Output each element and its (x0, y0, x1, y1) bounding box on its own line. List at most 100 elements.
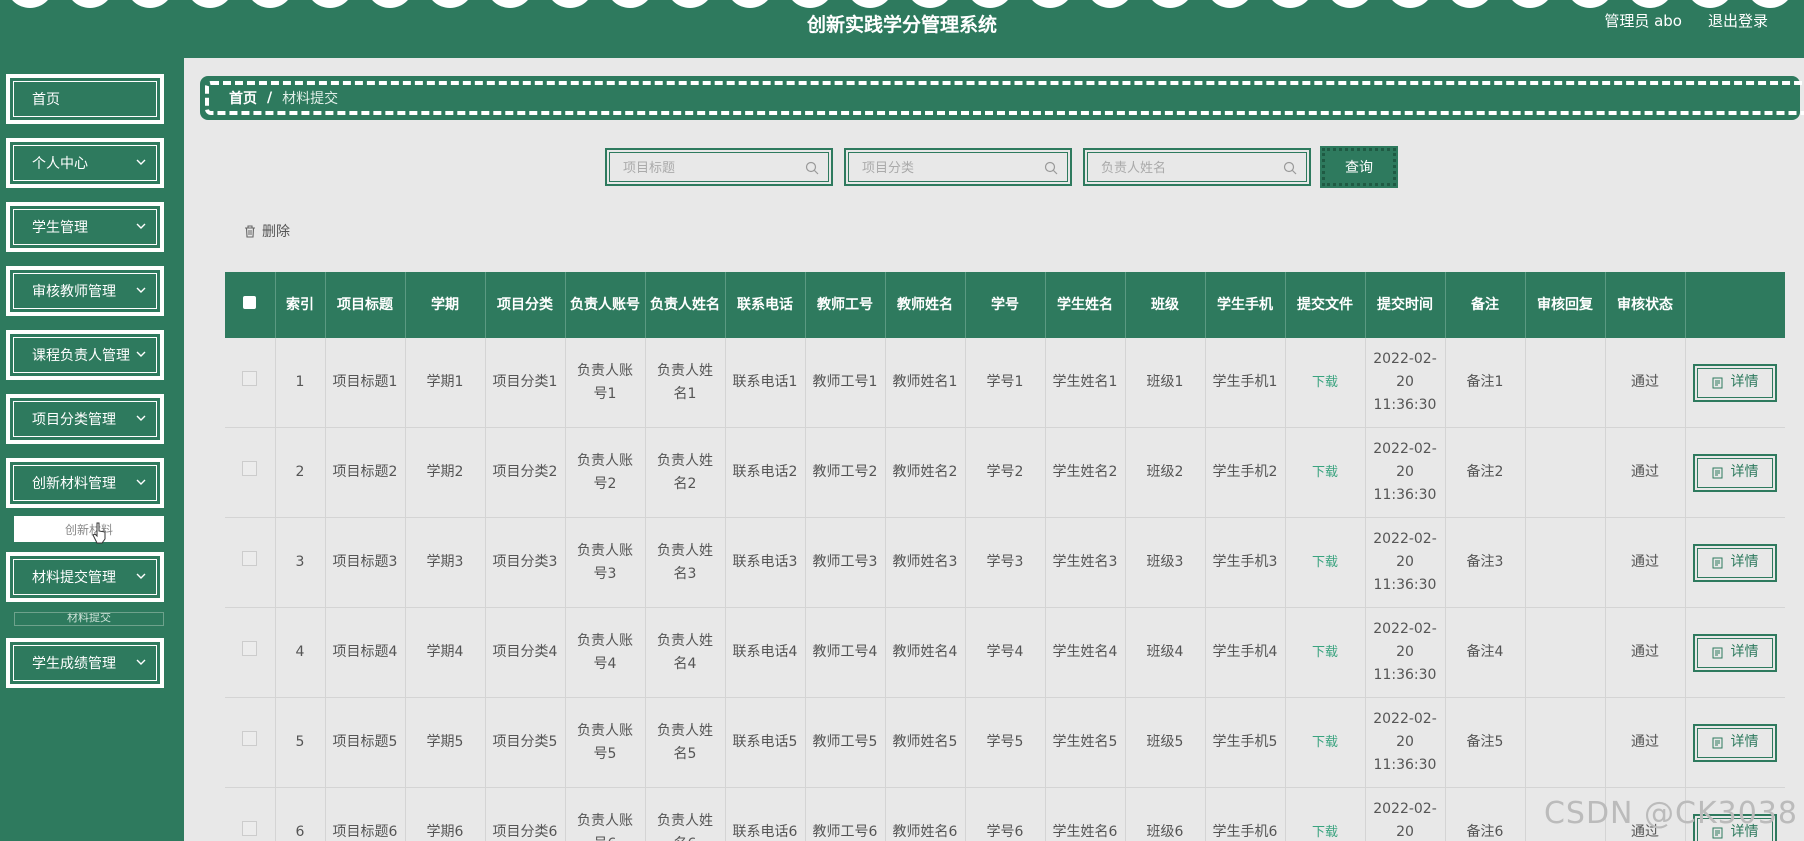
cell-sname: 学生姓名1 (1045, 338, 1126, 428)
row-select-cell[interactable] (225, 517, 276, 608)
sidebar-item-students[interactable]: 学生管理 (6, 202, 164, 252)
cell-acct: 负责人账号1 (565, 338, 646, 428)
select-all-header[interactable] (225, 272, 276, 338)
chevron-down-icon (136, 659, 146, 665)
scallop-decoration (12, 0, 1788, 8)
column-header: 学生手机 (1205, 272, 1286, 338)
chevron-down-icon (136, 159, 146, 165)
row-select-cell[interactable] (225, 697, 276, 788)
cell-reply (1525, 338, 1606, 428)
cell-cls: 班级1 (1125, 338, 1206, 428)
cell-cls: 班级5 (1125, 697, 1206, 788)
download-link[interactable]: 下载 (1312, 735, 1338, 750)
table-row: 2 项目标题2 学期2 项目分类2 负责人账号2 负责人姓名2 联系电话2 教师工号2 教师姓名… (225, 427, 1785, 518)
cell-phone: 联系电话5 (725, 697, 806, 788)
leader-name-search[interactable] (1083, 148, 1311, 186)
cell-name: 负责人姓名2 (645, 427, 726, 518)
sidebar-item-course-leaders[interactable]: 课程负责人管理 (6, 330, 164, 380)
detail-button[interactable]: 详情 (1693, 363, 1777, 402)
row-checkbox[interactable] (242, 641, 258, 656)
project-category-search[interactable] (844, 148, 1072, 186)
cell-cat: 项目分类6 (485, 787, 566, 841)
detail-button[interactable]: 详情 (1693, 723, 1777, 762)
cell-tno: 教师工号4 (805, 607, 886, 698)
cell-cat: 项目分类1 (485, 338, 566, 428)
row-select-cell[interactable] (225, 787, 276, 841)
sidebar-item-project-categories[interactable]: 项目分类管理 (6, 394, 164, 444)
cell-title: 项目标题2 (325, 427, 406, 518)
cell-reply (1525, 607, 1606, 698)
detail-label: 详情 (1730, 374, 1759, 390)
cell-idx: 1 (275, 338, 326, 428)
cell-time: 2022-02-20 11:36:30 (1365, 697, 1446, 788)
column-header: 审核状态 (1605, 272, 1686, 338)
cell-phone: 联系电话6 (725, 787, 806, 841)
cell-idx: 6 (275, 787, 326, 841)
logout-link[interactable]: 退出登录 (1708, 10, 1768, 31)
row-checkbox[interactable] (242, 551, 258, 566)
table-row: 1 项目标题1 学期1 项目分类1 负责人账号1 负责人姓名1 联系电话1 教师工号1 教师姓名… (225, 338, 1785, 428)
breadcrumb-home[interactable]: 首页 (229, 88, 257, 108)
cell-name: 负责人姓名1 (645, 338, 726, 428)
download-link[interactable]: 下载 (1312, 465, 1338, 480)
sidebar-item-review-teachers[interactable]: 审核教师管理 (6, 266, 164, 316)
cell-status: 通过 (1605, 697, 1686, 788)
search-icon (1044, 161, 1058, 175)
sidebar-item-label: 课程负责人管理 (32, 348, 130, 364)
detail-button[interactable]: 详情 (1693, 453, 1777, 492)
download-link[interactable]: 下载 (1312, 645, 1338, 660)
download-link[interactable]: 下载 (1312, 825, 1338, 840)
column-header: 负责人账号 (565, 272, 646, 338)
project-title-input[interactable] (613, 156, 805, 180)
cell-status: 通过 (1605, 427, 1686, 518)
detail-button[interactable]: 详情 (1693, 633, 1777, 672)
search-icon (1283, 161, 1297, 175)
column-header: 项目标题 (325, 272, 406, 338)
leader-name-input[interactable] (1091, 156, 1283, 180)
submenu-material-submission[interactable]: 材料提交 (14, 612, 164, 626)
row-checkbox[interactable] (242, 731, 258, 746)
download-link[interactable]: 下载 (1312, 375, 1338, 390)
cell-idx: 5 (275, 697, 326, 788)
row-checkbox[interactable] (242, 371, 258, 386)
cell-name: 负责人姓名3 (645, 517, 726, 608)
submenu-innovation-materials[interactable]: 创新材料 (14, 516, 164, 542)
cell-tname: 教师姓名2 (885, 427, 966, 518)
sidebar-item-material-submission[interactable]: 材料提交管理 (6, 552, 164, 602)
cell-time: 2022-02-20 11:36:30 (1365, 338, 1446, 428)
chevron-down-icon (136, 479, 146, 485)
cell-sname: 学生姓名5 (1045, 697, 1126, 788)
cell-file: 下载 (1285, 607, 1366, 698)
sidebar-item-label: 学生成绩管理 (32, 656, 116, 672)
sidebar-item-innovation-materials[interactable]: 创新材料管理 (6, 458, 164, 508)
cell-tname: 教师姓名3 (885, 517, 966, 608)
cell-tno: 教师工号5 (805, 697, 886, 788)
top-header: 创新实践学分管理系统 管理员 abo 退出登录 (0, 0, 1804, 58)
delete-button[interactable]: 删除 (244, 221, 290, 241)
project-category-input[interactable] (852, 156, 1044, 180)
query-button[interactable]: 查询 (1320, 146, 1398, 188)
cell-term: 学期6 (405, 787, 486, 841)
row-select-cell[interactable] (225, 607, 276, 698)
row-select-cell[interactable] (225, 427, 276, 518)
cell-note: 备注5 (1445, 697, 1526, 788)
download-link[interactable]: 下载 (1312, 555, 1338, 570)
cell-idx: 4 (275, 607, 326, 698)
sidebar-item-label: 首页 (32, 92, 60, 108)
row-checkbox[interactable] (242, 821, 258, 836)
sidebar-item-student-grades[interactable]: 学生成绩管理 (6, 638, 164, 688)
row-action-cell: 详情 (1685, 338, 1785, 428)
detail-button[interactable]: 详情 (1693, 543, 1777, 582)
project-title-search[interactable] (605, 148, 833, 186)
breadcrumb-separator: / (267, 90, 273, 106)
cell-cat: 项目分类4 (485, 607, 566, 698)
row-checkbox[interactable] (242, 461, 258, 476)
cell-cat: 项目分类5 (485, 697, 566, 788)
select-all-checkbox[interactable] (243, 296, 257, 309)
sidebar-item-home[interactable]: 首页 (6, 74, 164, 124)
cell-reply (1525, 517, 1606, 608)
trash-icon (245, 224, 255, 238)
sidebar-item-personal-center[interactable]: 个人中心 (6, 138, 164, 188)
chevron-down-icon (136, 223, 146, 229)
row-select-cell[interactable] (225, 338, 276, 428)
